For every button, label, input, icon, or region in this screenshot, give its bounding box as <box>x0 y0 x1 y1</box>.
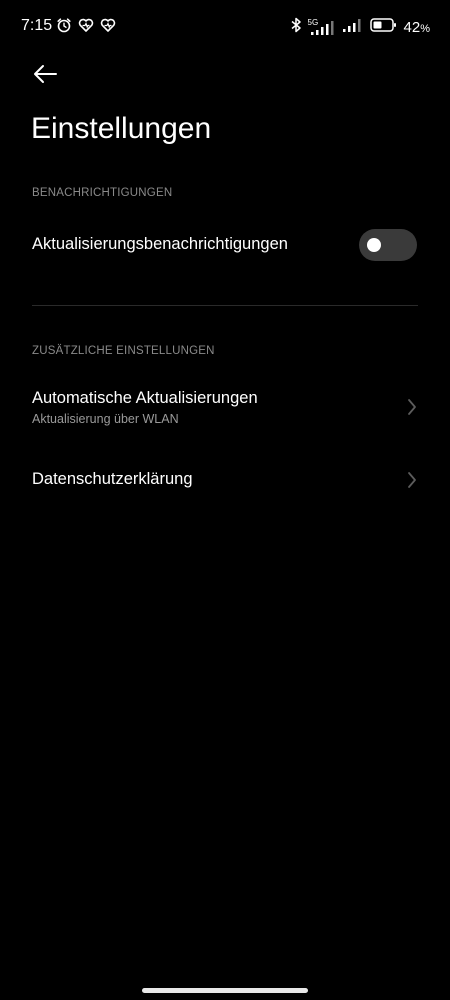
status-left-icons <box>56 17 116 38</box>
arrow-left-icon <box>32 64 58 89</box>
automatic-updates-row[interactable]: Automatische Aktualisierungen Aktualisie… <box>0 383 450 433</box>
page-title: Einstellungen <box>31 112 212 145</box>
battery-unit: % <box>420 23 430 35</box>
update-notifications-row[interactable]: Aktualisierungsbenachrichtigungen <box>0 226 450 266</box>
battery-icon <box>369 17 398 38</box>
privacy-policy-label: Datenschutzerklärung <box>32 470 193 488</box>
signal-icon <box>342 16 364 39</box>
divider <box>32 305 418 306</box>
automatic-updates-subtitle: Aktualisierung über WLAN <box>32 412 179 426</box>
battery-percentage: 42% <box>404 19 430 36</box>
alarm-icon <box>56 17 72 38</box>
automatic-updates-label: Automatische Aktualisierungen <box>32 389 258 407</box>
heart-notification-icon <box>100 17 116 38</box>
signal-5g-icon: 5G <box>308 18 336 37</box>
section-header-additional-settings: ZUSÄTZLICHE EINSTELLUNGEN <box>32 345 215 357</box>
bluetooth-icon <box>290 17 302 38</box>
back-button[interactable] <box>22 56 68 96</box>
chevron-right-icon <box>406 470 418 490</box>
status-bar: 7:15 5G 42% <box>0 0 450 52</box>
home-indicator[interactable] <box>142 988 308 993</box>
update-notifications-label: Aktualisierungsbenachrichtigungen <box>32 235 288 253</box>
update-notifications-toggle[interactable] <box>359 229 417 261</box>
section-header-notifications: BENACHRICHTIGUNGEN <box>32 187 173 199</box>
heart-notification-icon <box>78 17 94 38</box>
status-time: 7:15 <box>21 17 53 34</box>
battery-value: 42 <box>403 19 421 36</box>
status-right-icons: 5G 42% <box>290 16 430 39</box>
chevron-right-icon <box>406 397 418 417</box>
privacy-policy-row[interactable]: Datenschutzerklärung <box>0 460 450 500</box>
toggle-knob <box>367 238 381 252</box>
